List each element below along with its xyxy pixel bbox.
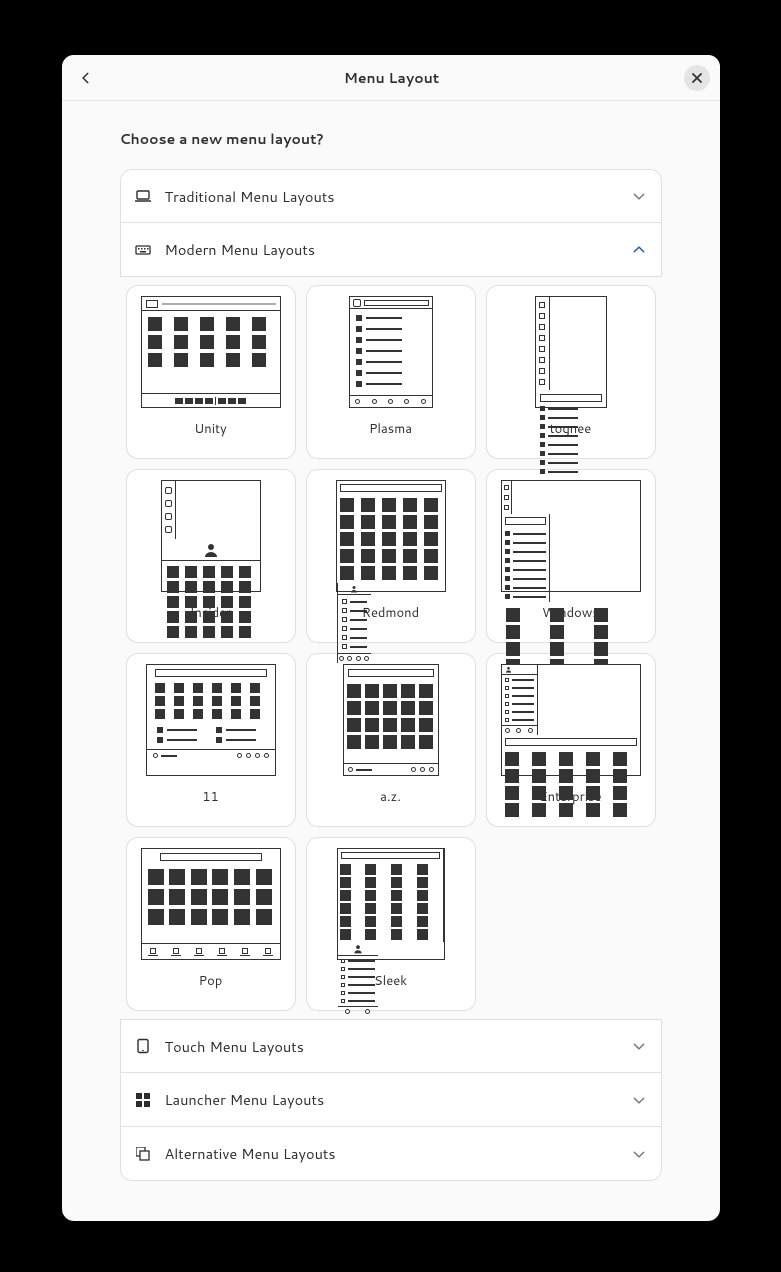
category-label: Modern Menu Layouts (165, 239, 617, 260)
layout-label: Plasma (369, 416, 412, 442)
layout-thumbnail (501, 480, 641, 592)
category-touch[interactable]: Touch Menu Layouts (120, 1019, 662, 1073)
layout-label: a.z. (380, 784, 401, 810)
laptop-icon (135, 188, 151, 204)
content-area: Choose a new menu layout? Traditional Me… (62, 101, 720, 1221)
layout-thumbnail (146, 664, 276, 776)
settings-window: Menu Layout Choose a new menu layout? Tr… (62, 55, 720, 1221)
keyboard-icon (135, 242, 151, 258)
tablet-icon (135, 1038, 151, 1054)
layout-thumbnail (343, 664, 439, 776)
layout-category-list: Traditional Menu Layouts Modern Menu Lay… (120, 169, 662, 1181)
layout-label: 11 (202, 784, 219, 810)
layout-option-plasma[interactable]: Plasma (306, 285, 476, 459)
layout-option-tognee[interactable]: tognee (486, 285, 656, 459)
grid-icon (135, 1092, 151, 1108)
layout-thumbnail (349, 296, 433, 408)
close-button[interactable] (684, 65, 710, 91)
chevron-down-icon (631, 1146, 647, 1162)
chevron-left-icon (79, 71, 93, 85)
layout-thumbnail (336, 480, 446, 592)
layout-thumbnail (337, 848, 445, 960)
category-launcher[interactable]: Launcher Menu Layouts (120, 1073, 662, 1127)
layout-label: Unity (194, 416, 226, 442)
layout-thumbnail (141, 296, 281, 408)
chevron-down-icon (631, 1038, 647, 1054)
layout-option-unity[interactable]: Unity (126, 285, 296, 459)
page-title: Menu Layout (344, 68, 439, 88)
category-modern[interactable]: Modern Menu Layouts (120, 223, 662, 277)
layout-thumbnail (161, 480, 261, 592)
layout-option-sleek[interactable]: Sleek (306, 837, 476, 1011)
layout-option-insider[interactable]: Insider (126, 469, 296, 643)
layout-thumbnail (535, 296, 607, 408)
layout-label: Sleek (374, 968, 407, 994)
back-button[interactable] (72, 64, 100, 92)
layout-thumbnail (501, 664, 641, 776)
layout-option-enterprise[interactable]: Enterprise (486, 653, 656, 827)
category-label: Traditional Menu Layouts (165, 186, 617, 207)
category-label: Launcher Menu Layouts (165, 1089, 617, 1110)
layout-thumbnail (141, 848, 281, 960)
layout-option-windows[interactable]: Windows (486, 469, 656, 643)
category-label: Alternative Menu Layouts (165, 1143, 617, 1164)
layout-label: Pop (199, 968, 223, 994)
titlebar: Menu Layout (62, 55, 720, 101)
chevron-down-icon (631, 1092, 647, 1108)
chevron-up-icon (631, 242, 647, 258)
windows-icon (135, 1146, 151, 1162)
category-alternative[interactable]: Alternative Menu Layouts (120, 1127, 662, 1181)
layout-option-eleven[interactable]: 11 (126, 653, 296, 827)
close-icon (692, 73, 702, 83)
layout-option-pop[interactable]: Pop (126, 837, 296, 1011)
layout-option-az[interactable]: a.z. (306, 653, 476, 827)
section-heading: Choose a new menu layout? (120, 129, 662, 149)
modern-layouts-grid: Unity (120, 285, 662, 1011)
category-label: Touch Menu Layouts (165, 1036, 617, 1057)
chevron-down-icon (631, 188, 647, 204)
layout-option-redmond[interactable]: Redmond (306, 469, 476, 643)
category-traditional[interactable]: Traditional Menu Layouts (120, 169, 662, 223)
